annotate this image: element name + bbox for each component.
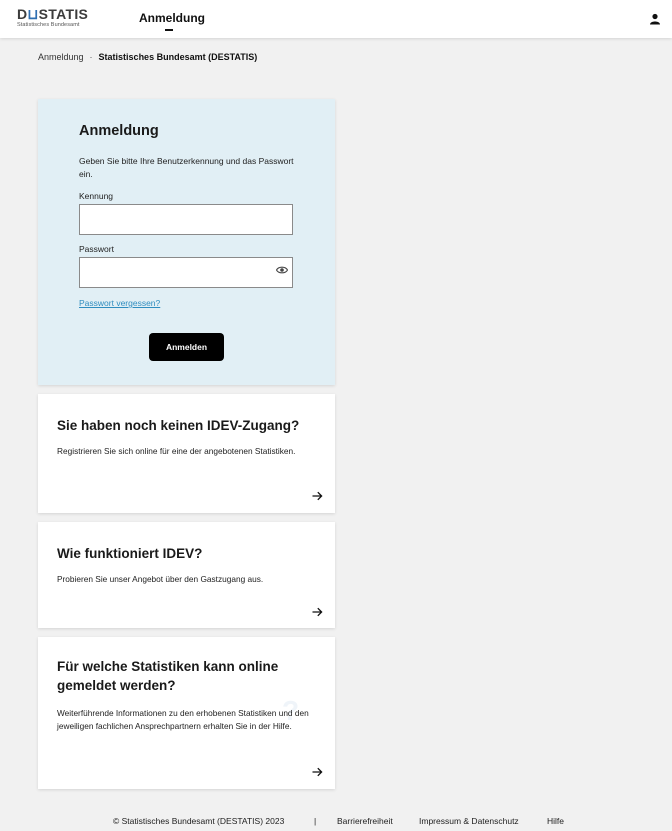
footer-link-imprint-privacy[interactable]: Impressum & Datenschutz — [419, 816, 519, 826]
card-register-text: Registrieren Sie sich online für eine de… — [57, 446, 296, 456]
footer-divider: | — [314, 816, 317, 826]
card-how-it-works[interactable]: Wie funktioniert IDEV? Probieren Sie uns… — [38, 522, 335, 628]
login-card: Anmeldung Geben Sie bitte Ihre Benutzerk… — [38, 99, 335, 385]
breadcrumb-item-current: Statistisches Bundesamt (DESTATIS) — [98, 52, 258, 62]
nav-title-anmeldung[interactable]: Anmeldung — [139, 11, 205, 25]
card-statistics-text: Weiterführende Informationen zu den erho… — [57, 708, 309, 731]
card-how-it-works-text: Probieren Sie unser Angebot über den Gas… — [57, 574, 264, 584]
footer-copyright: © Statistisches Bundesamt (DESTATIS) 202… — [113, 816, 285, 826]
password-label: Passwort — [79, 244, 114, 254]
breadcrumb: Anmeldung · Statistisches Bundesamt (DES… — [38, 52, 257, 62]
login-title: Anmeldung — [79, 123, 159, 139]
breadcrumb-item-anmeldung[interactable]: Anmeldung — [38, 52, 84, 62]
username-input[interactable] — [79, 204, 293, 235]
footer-link-accessibility[interactable]: Barrierefreiheit — [337, 816, 393, 826]
card-statistics-title: Für welche Statistiken kann online gemel… — [57, 659, 279, 693]
forgot-password-link[interactable]: Passwort vergessen? — [79, 298, 160, 308]
card-register[interactable]: Sie haben noch keinen IDEV-Zugang? Regis… — [38, 394, 335, 513]
footer-link-help[interactable]: Hilfe — [547, 816, 564, 826]
card-how-it-works-title: Wie funktioniert IDEV? — [57, 546, 203, 561]
username-label: Kennung — [79, 191, 114, 201]
card-register-title: Sie haben noch keinen IDEV-Zugang? — [57, 418, 300, 433]
arrow-right-icon[interactable] — [312, 607, 323, 617]
user-icon[interactable] — [649, 13, 661, 25]
breadcrumb-separator: · — [89, 52, 93, 62]
arrow-right-icon[interactable] — [312, 767, 323, 777]
arrow-right-icon[interactable] — [312, 491, 323, 501]
card-statistics[interactable]: ? Für welche Statistiken kann online gem… — [38, 637, 335, 789]
top-header: D⊔STATIS Statistisches Bundesamt Anmeldu… — [0, 0, 672, 38]
password-input[interactable] — [79, 257, 293, 288]
login-description: Geben Sie bitte Ihre Benutzerkennung und… — [79, 156, 294, 179]
nav-active-indicator — [165, 29, 173, 31]
show-password-eye-icon[interactable] — [276, 265, 288, 275]
destatis-logo[interactable]: D⊔STATIS Statistisches Bundesamt — [17, 7, 97, 33]
login-submit-button[interactable]: Anmelden — [149, 333, 224, 361]
